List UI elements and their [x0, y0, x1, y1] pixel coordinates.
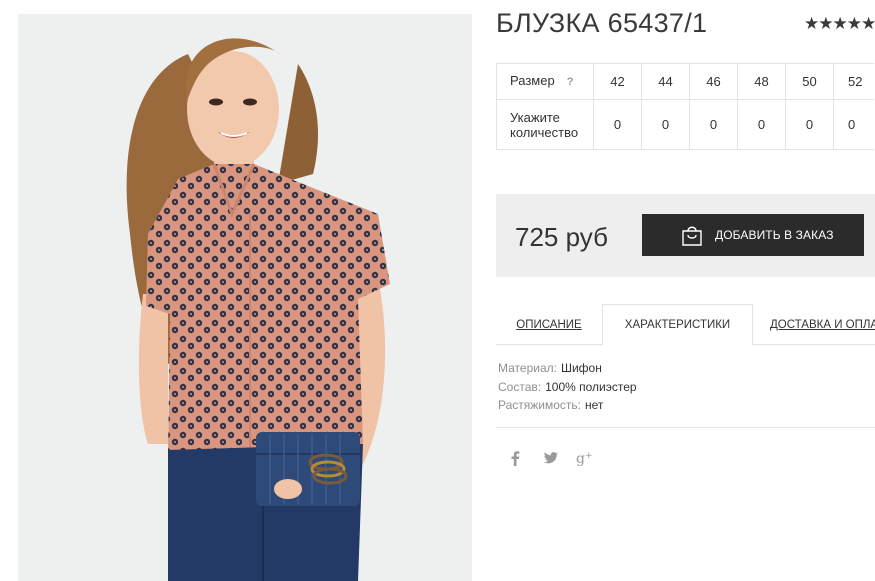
svg-text:+: +: [585, 451, 593, 461]
spec-material: Материал: Шифон: [498, 359, 637, 378]
characteristics-list: Материал: Шифон Состав: 100% полиэстер Рас…: [498, 359, 637, 415]
svg-text:g: g: [576, 451, 585, 466]
spec-key: Материал:: [498, 361, 557, 375]
size-row: Размер? 42 44 46 48 50 52: [496, 63, 874, 100]
spec-stretch: Растяжимость: нет: [498, 396, 637, 415]
quantity-input-46[interactable]: 0: [689, 99, 738, 150]
tab-characteristics[interactable]: ХАРАКТЕРИСТИКИ: [602, 304, 753, 346]
product-photo-illustration: [18, 14, 472, 581]
tab-description[interactable]: ОПИСАНИЕ: [496, 304, 602, 345]
size-52: 52: [833, 63, 874, 100]
spec-key: Растяжимость:: [498, 398, 582, 412]
size-label-cell: Размер?: [496, 63, 594, 100]
size-help-icon[interactable]: ?: [567, 76, 574, 88]
add-to-order-button[interactable]: ДОБАВИТЬ В ЗАКАЗ: [642, 214, 864, 256]
product-tabs: ОПИСАНИЕ ХАРАКТЕРИСТИКИ ДОСТАВКА И ОПЛАТ…: [496, 304, 875, 346]
quantity-input-52[interactable]: 0: [833, 99, 874, 150]
product-title: БЛУЗКА 65437/1: [496, 8, 708, 38]
rating-stars[interactable]: ★★★★★: [804, 14, 875, 34]
quantity-input-42[interactable]: 0: [593, 99, 642, 150]
spec-value: Шифон: [560, 361, 602, 375]
spec-value: нет: [585, 398, 604, 412]
size-48: 48: [737, 63, 786, 100]
spec-key: Состав:: [498, 379, 542, 394]
spec-composition: Состав: 100% полиэстер: [498, 378, 637, 397]
size-42: 42: [593, 63, 642, 100]
google-plus-icon[interactable]: g +: [576, 448, 609, 468]
size-44: 44: [641, 63, 690, 100]
quantity-label-line2: количество: [510, 124, 579, 140]
size-50: 50: [785, 63, 834, 100]
twitter-icon[interactable]: [543, 448, 576, 468]
size-label: Размер: [510, 73, 555, 88]
size-46: 46: [689, 63, 738, 100]
divider: [496, 427, 875, 428]
product-photo[interactable]: [18, 14, 472, 581]
facebook-icon[interactable]: [510, 448, 543, 468]
quantity-row: Укажите количество 0 0 0 0 0 0: [496, 99, 874, 150]
spec-value: 100% полиэстер: [545, 379, 637, 394]
quantity-input-50[interactable]: 0: [785, 99, 834, 150]
add-to-order-label: ДОБАВИТЬ В ЗАКАЗ: [715, 228, 834, 242]
social-share: g +: [510, 448, 609, 468]
quantity-label-line1: Укажите: [510, 109, 560, 125]
quantity-input-44[interactable]: 0: [641, 99, 690, 150]
order-box: 725 руб ДОБАВИТЬ В ЗАКАЗ: [496, 194, 875, 277]
price: 725 руб: [515, 222, 608, 252]
quantity-label: Укажите количество: [496, 99, 594, 150]
size-table: Размер? 42 44 46 48 50 52 Укажите количе…: [496, 63, 874, 150]
shopping-bag-icon: [680, 223, 704, 250]
tab-delivery-payment[interactable]: ДОСТАВКА И ОПЛАТА: [770, 304, 875, 345]
quantity-input-48[interactable]: 0: [737, 99, 786, 150]
